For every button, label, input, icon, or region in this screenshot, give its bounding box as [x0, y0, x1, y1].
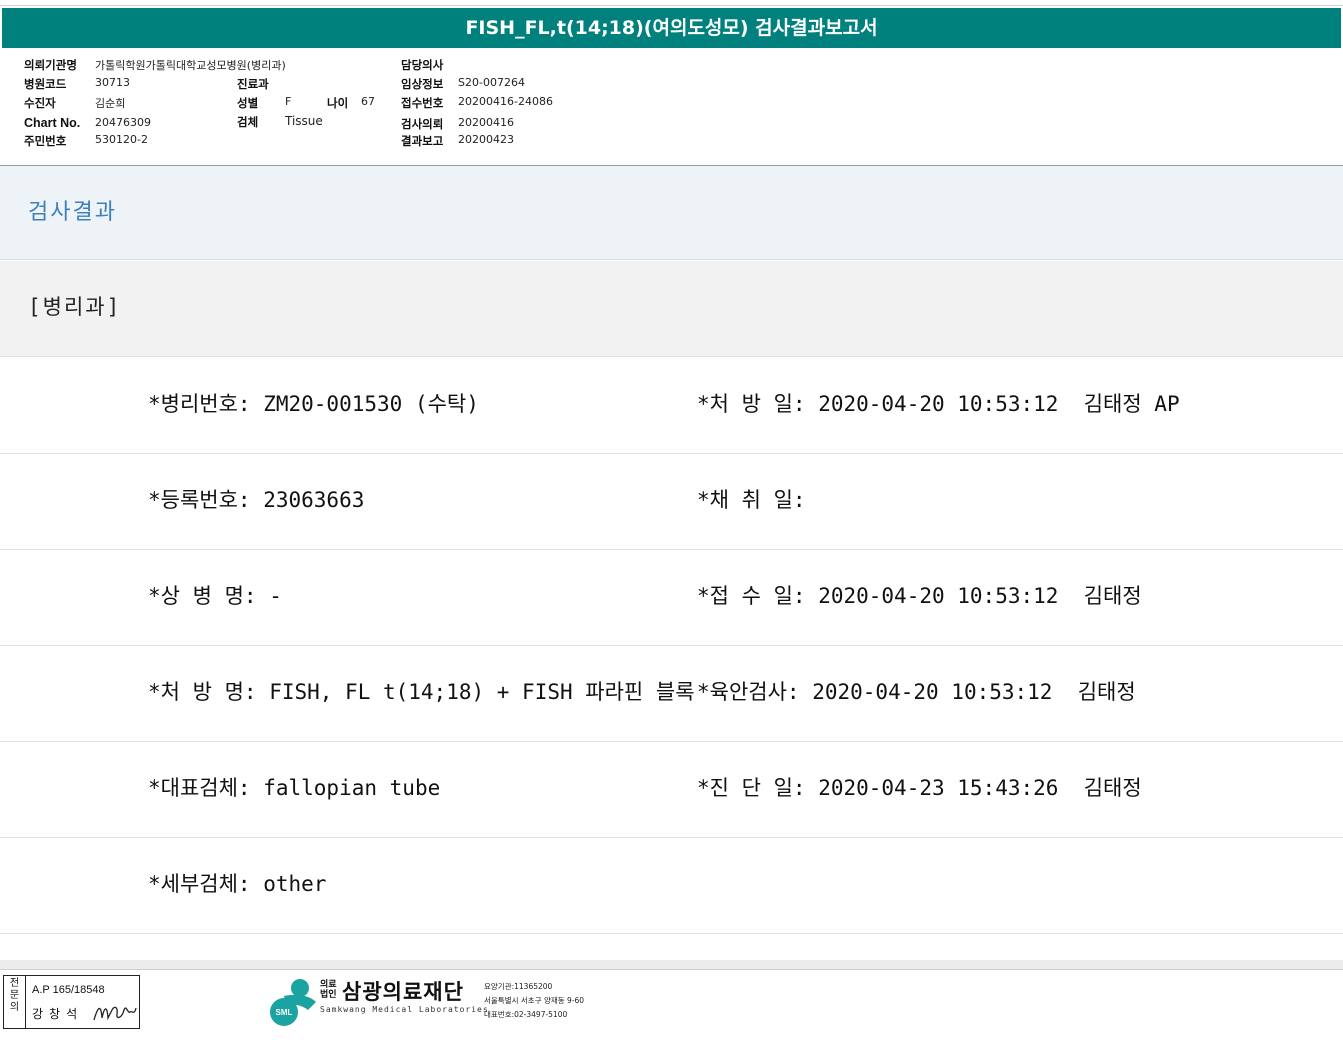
field-value: 2020-04-20 10:53:12 김태정 — [805, 584, 1142, 608]
org-prefix-top: 의료 — [320, 980, 337, 990]
request-value: 20200416 — [458, 116, 514, 129]
field-label: *대표검체: — [148, 776, 251, 800]
patient-label: 수진자 — [24, 96, 56, 110]
signature-icon — [93, 1006, 137, 1021]
doctor-label: 담당의사 — [401, 58, 444, 72]
department-label: 진료과 — [237, 77, 269, 91]
field-value: 2020-04-20 10:53:12 김태정 AP — [805, 392, 1180, 416]
result-field-right: *육안검사: 2020-04-20 10:53:12 김태정 — [697, 676, 1136, 706]
hospital-code-value: 30713 — [95, 76, 130, 89]
result-field-right: *처 방 일: 2020-04-20 10:53:12 김태정 AP — [697, 388, 1180, 418]
result-field-left: *처 방 명: FISH, FL t(14;18) + FISH 파라핀 블록 — [148, 676, 695, 706]
chart-no-label: Chart No. — [24, 116, 81, 130]
department-title: [병리과] — [28, 295, 122, 319]
result-field-left: *등록번호: 23063663 — [148, 484, 364, 514]
field-value: fallopian tube — [250, 776, 441, 800]
field-label: *처 방 명: — [148, 680, 257, 704]
receipt-no-value: 20200416-24086 — [458, 95, 553, 108]
top-rule — [0, 0, 1343, 6]
result-row: *세부검체: other — [0, 838, 1343, 934]
id-value: 530120-2 — [95, 133, 148, 146]
org-prefix: 의료 법인 — [320, 980, 337, 1000]
sex-value: F — [285, 95, 292, 108]
sml-logo-icon: SML — [270, 979, 316, 1026]
field-label: *상 병 명: — [148, 584, 257, 608]
specialist-label-text: 전문의 — [9, 978, 20, 1013]
patient-value: 김순희 — [95, 97, 126, 110]
field-value: other — [250, 872, 327, 896]
result-row: *상 병 명: - *접 수 일: 2020-04-20 10:53:12 김태… — [0, 550, 1343, 646]
org-english-name: Samkwang Medical Laboratories — [320, 1005, 489, 1014]
result-field-left: *세부검체: other — [148, 868, 326, 898]
id-label: 주민번호 — [24, 134, 67, 148]
field-label: *세부검체: — [148, 872, 251, 896]
result-row: *처 방 명: FISH, FL t(14;18) + FISH 파라핀 블록 … — [0, 646, 1343, 742]
org-address: 서울특별시 서초구 양재동 9-60 — [484, 996, 585, 1005]
institution-label: 의뢰기관명 — [24, 58, 77, 72]
field-label: *등록번호: — [148, 488, 251, 512]
age-value: 67 — [361, 95, 375, 108]
org-phone: 대표번호:02-3497-5100 — [484, 1010, 568, 1019]
result-field-right: *접 수 일: 2020-04-20 10:53:12 김태정 — [697, 580, 1142, 610]
footer-divider — [0, 960, 1343, 970]
physician-signature-box: 전문의 A.P 165/18548 강창석 — [3, 975, 140, 1029]
section-title: 검사결과 — [28, 200, 117, 225]
field-label: *육안검사: — [697, 680, 800, 704]
field-value: 2020-04-23 15:43:26 김태정 — [805, 776, 1142, 800]
report-date-value: 20200423 — [458, 133, 514, 146]
result-field-right: *채 취 일: — [697, 484, 806, 514]
field-label: *접 수 일: — [697, 584, 806, 608]
clinical-info-label: 임상정보 — [401, 77, 444, 91]
department-band: [병리과] — [0, 261, 1343, 357]
field-label: *처 방 일: — [697, 392, 806, 416]
receipt-no-label: 접수번호 — [401, 96, 444, 110]
result-row: *대표검체: fallopian tube *진 단 일: 2020-04-23… — [0, 742, 1343, 838]
result-field-right: *진 단 일: 2020-04-23 15:43:26 김태정 — [697, 772, 1142, 802]
field-value: 2020-04-20 10:53:12 김태정 — [799, 680, 1136, 704]
org-prefix-bottom: 법인 — [320, 990, 337, 1000]
chart-no-value: 20476309 — [95, 116, 151, 129]
sex-label: 성별 — [237, 96, 259, 110]
result-row: *병리번호: ZM20-001530 (수탁) *처 방 일: 2020-04-… — [0, 358, 1343, 454]
report-date-label: 결과보고 — [401, 134, 444, 148]
institution-value: 가톨릭학원가톨릭대학교성모병원(병리과) — [95, 59, 286, 72]
field-value: ZM20-001530 (수탁) — [250, 392, 479, 416]
physician-name: 강창석 — [32, 1007, 84, 1021]
specialist-label: 전문의 — [4, 976, 26, 1028]
specimen-value: Tissue — [285, 114, 323, 128]
result-section-band: 검사결과 — [0, 166, 1343, 260]
report-title: FISH_FL,t(14;18)(여의도성모) 검사결과보고서 — [2, 8, 1341, 48]
request-label: 검사의뢰 — [401, 117, 444, 131]
ap-number: A.P 165/18548 — [32, 984, 105, 996]
result-row: *등록번호: 23063663 *채 취 일: — [0, 454, 1343, 550]
field-label: *채 취 일: — [697, 488, 806, 512]
age-label: 나이 — [327, 96, 349, 110]
field-label: *병리번호: — [148, 392, 251, 416]
result-field-left: *병리번호: ZM20-001530 (수탁) — [148, 388, 479, 418]
org-code: 요양기관:11365200 — [484, 982, 553, 991]
org-name: 삼광의료재단 — [342, 980, 464, 1004]
specimen-label: 검체 — [237, 115, 259, 129]
field-value: FISH, FL t(14;18) + FISH 파라핀 블록 — [256, 680, 695, 704]
result-field-left: *상 병 명: - — [148, 580, 282, 610]
field-value: - — [256, 584, 282, 608]
field-label: *진 단 일: — [697, 776, 806, 800]
logo-label: SML — [276, 1008, 293, 1017]
clinical-info-value: S20-007264 — [458, 76, 525, 89]
hospital-code-label: 병원코드 — [24, 77, 67, 91]
report-header: 의뢰기관명 가톨릭학원가톨릭대학교성모병원(병리과) 담당의사 병원코드 307… — [0, 50, 1343, 165]
result-field-left: *대표검체: fallopian tube — [148, 772, 440, 802]
field-value: 23063663 — [250, 488, 365, 512]
